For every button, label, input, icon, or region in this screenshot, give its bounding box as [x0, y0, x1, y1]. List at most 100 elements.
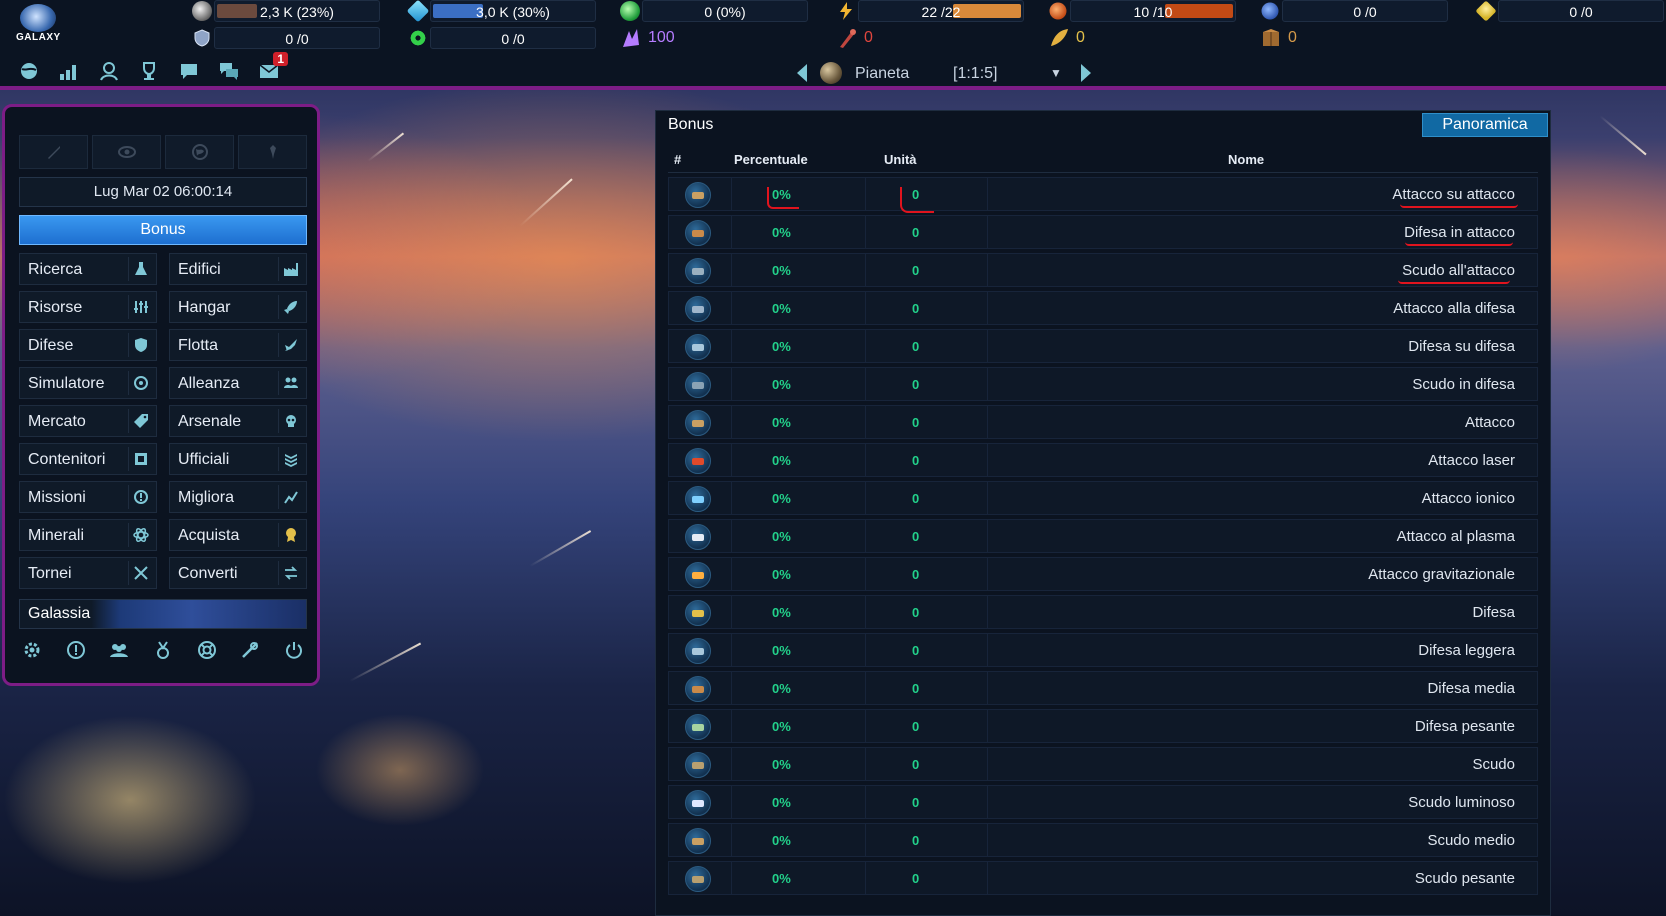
- radiation-icon: [409, 29, 427, 47]
- bonus-button[interactable]: Bonus: [19, 215, 307, 245]
- blue-resource-icon: [1261, 2, 1279, 20]
- laser-icon: [685, 448, 711, 474]
- stats-icon[interactable]: [56, 58, 82, 84]
- blaster-icon: [685, 296, 711, 322]
- shield-icon: [128, 333, 152, 357]
- menu-item-label: Acquista: [178, 527, 240, 544]
- bonus-percent: 0%: [772, 529, 791, 544]
- menu-item-missioni[interactable]: Missioni: [19, 481, 157, 513]
- power-icon[interactable]: [281, 637, 307, 663]
- bonus-row: 0% 0 Difesa: [668, 595, 1538, 629]
- galaxy-button[interactable]: Galassia: [19, 599, 307, 629]
- container-icon: [128, 447, 152, 471]
- resource-yellow[interactable]: 0 /0: [1475, 0, 1666, 22]
- left-panel: Lug Mar 02 06:00:14 Bonus Ricerca Edific…: [2, 104, 320, 686]
- bonus-name: Attacco laser: [1428, 452, 1515, 469]
- menu-item-minerali[interactable]: Minerali: [19, 519, 157, 551]
- bonus-percent: 0%: [772, 605, 791, 620]
- sword-icon: [47, 146, 60, 159]
- bonus-units: 0: [912, 263, 920, 278]
- mid-shield-icon: [685, 828, 711, 854]
- resource-yellow-value: 0 /0: [1569, 4, 1593, 20]
- bonus-name: Attacco su attacco: [1392, 186, 1515, 203]
- upgrade-icon: [278, 485, 302, 509]
- saucer-icon: [685, 372, 711, 398]
- top-bar: GALAXY 2,3 K (23%) 3,0 K (30%) 0 (0%) 22…: [0, 0, 1666, 90]
- menu-item-migliora[interactable]: Migliora: [169, 481, 307, 513]
- messages-icon[interactable]: 1: [256, 52, 288, 84]
- bonus-units: 0: [912, 795, 920, 810]
- resource-orange[interactable]: 10 /10: [1048, 0, 1238, 22]
- tab-eye[interactable]: [92, 135, 161, 169]
- bonus-name: Scudo pesante: [1414, 870, 1515, 887]
- menu-item-risorse[interactable]: Risorse: [19, 291, 157, 323]
- bonus-percent: 0%: [772, 643, 791, 658]
- resource-energy[interactable]: 22 /22: [836, 0, 1026, 22]
- resource-missile-value: 0: [864, 29, 873, 46]
- tools-icon[interactable]: [237, 637, 263, 663]
- resource-deuterium[interactable]: 0 (0%): [620, 0, 810, 22]
- deuterium-icon: [620, 1, 640, 21]
- info-icon[interactable]: [63, 637, 89, 663]
- planet-icon[interactable]: [16, 58, 42, 84]
- bonus-name: Attacco al plasma: [1396, 528, 1515, 545]
- trophy-icon[interactable]: [136, 58, 162, 84]
- lifebuoy-icon[interactable]: [194, 637, 220, 663]
- menu-item-hangar[interactable]: Hangar: [169, 291, 307, 323]
- main-nav: 1: [16, 52, 288, 84]
- menu-item-acquista[interactable]: Acquista: [169, 519, 307, 551]
- planet-selector[interactable]: Pianeta [1:1:5] ▼: [795, 60, 1095, 86]
- chat-icon[interactable]: [176, 58, 202, 84]
- bonus-percent: 0%: [772, 491, 791, 506]
- tab-globe[interactable]: [165, 135, 234, 169]
- tab-sword[interactable]: [19, 135, 88, 169]
- commander-icon[interactable]: [96, 58, 122, 84]
- menu-item-ricerca[interactable]: Ricerca: [19, 253, 157, 285]
- resource-crate[interactable]: 0: [1260, 27, 1360, 49]
- galaxy-logo[interactable]: GALAXY: [14, 4, 62, 46]
- settings-gear-icon[interactable]: [19, 637, 45, 663]
- bonus-table-body: 0% 0 Attacco su attacco 0% 0 Difesa in attacc…: [668, 177, 1538, 899]
- resource-gold-feather[interactable]: 0: [1048, 27, 1148, 49]
- bonus-name: Scudo in difesa: [1412, 376, 1515, 393]
- resource-crystal-shard[interactable]: 100: [620, 27, 720, 49]
- award-icon[interactable]: [150, 637, 176, 663]
- resource-missile[interactable]: 0: [836, 27, 936, 49]
- resource-crystal[interactable]: 3,0 K (30%): [406, 0, 598, 23]
- menu-item-edifici[interactable]: Edifici: [169, 253, 307, 285]
- menu-item-label: Tornei: [28, 565, 72, 582]
- tab-pin[interactable]: [238, 135, 307, 169]
- menu-item-alleanza[interactable]: Alleanza: [169, 367, 307, 399]
- resource-crystal-shard-value: 100: [648, 29, 675, 46]
- menu-item-difese[interactable]: Difese: [19, 329, 157, 361]
- chevron-down-icon[interactable]: ▼: [1050, 66, 1062, 80]
- menu-item-contenitori[interactable]: Contenitori: [19, 443, 157, 475]
- resource-radiation[interactable]: 0 /0: [408, 27, 598, 49]
- bonus-name: Difesa media: [1427, 680, 1515, 697]
- resource-blue[interactable]: 0 /0: [1260, 0, 1450, 22]
- globe-icon: [191, 144, 208, 160]
- resource-metal[interactable]: 2,3 K (23%): [192, 0, 382, 22]
- bonus-units: 0: [912, 719, 920, 734]
- bonus-percent: 0%: [772, 225, 791, 240]
- menu-item-simulatore[interactable]: Simulatore: [19, 367, 157, 399]
- next-planet-icon[interactable]: [1081, 64, 1091, 82]
- green-plate-icon: [685, 714, 711, 740]
- server-datetime: Lug Mar 02 06:00:14: [19, 177, 307, 207]
- overview-button[interactable]: Panoramica: [1422, 113, 1548, 137]
- menu-item-tornei[interactable]: Tornei: [19, 557, 157, 589]
- bonus-percent: 0%: [772, 833, 791, 848]
- menu-item-converti[interactable]: Converti: [169, 557, 307, 589]
- menu-item-flotta[interactable]: Flotta: [169, 329, 307, 361]
- menu-item-ufficiali[interactable]: Ufficiali: [169, 443, 307, 475]
- bonus-row: 0% 0 Scudo in difesa: [668, 367, 1538, 401]
- forum-icon[interactable]: [216, 58, 242, 84]
- resource-shield[interactable]: 0 /0: [192, 27, 382, 49]
- prev-planet-icon[interactable]: [797, 64, 807, 82]
- annotation-mark: [900, 187, 934, 213]
- sliders-icon: [128, 295, 152, 319]
- menu-item-arsenale[interactable]: Arsenale: [169, 405, 307, 437]
- players-icon[interactable]: [106, 637, 132, 663]
- menu-item-mercato[interactable]: Mercato: [19, 405, 157, 437]
- shield-ship-icon: [685, 752, 711, 778]
